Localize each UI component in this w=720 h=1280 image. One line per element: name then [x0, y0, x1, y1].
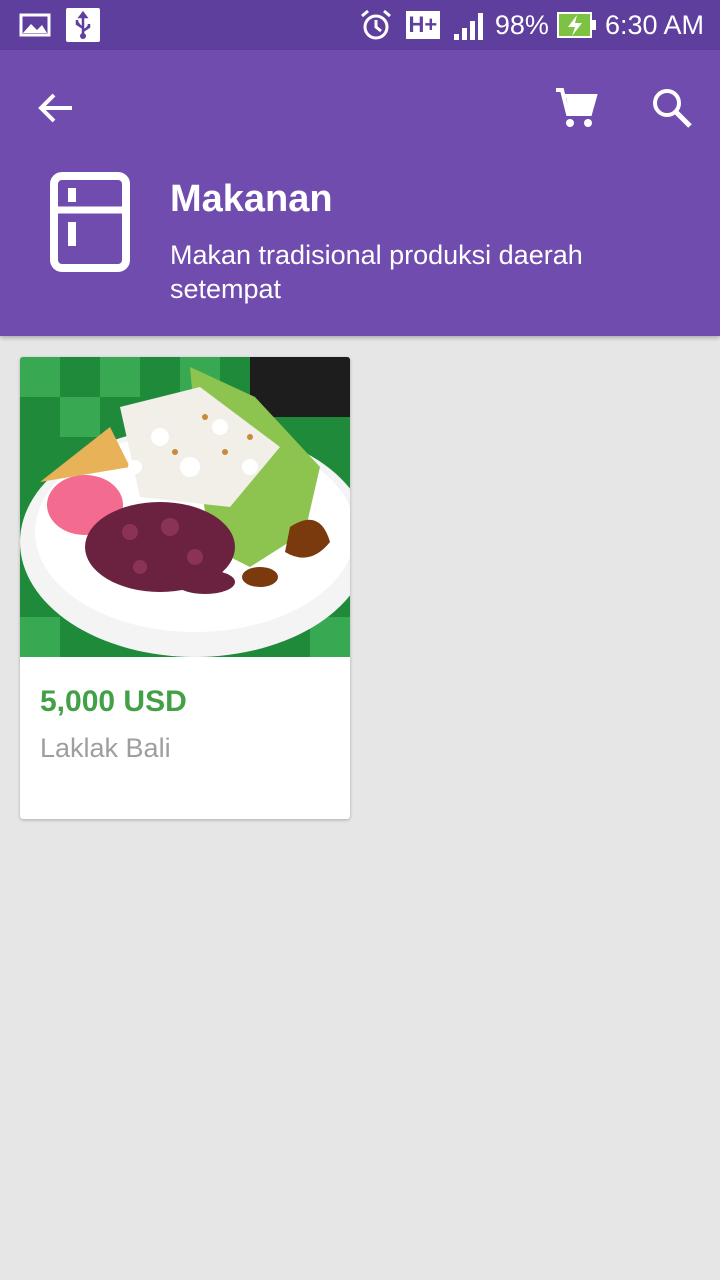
- product-name: Laklak Bali: [40, 733, 171, 763]
- product-price: 5,000 USD: [40, 685, 187, 718]
- clock: 6:30 AM: [604, 10, 704, 40]
- network-type-label: H+: [405, 11, 441, 39]
- arrow-back-icon: [38, 93, 72, 123]
- cart-button[interactable]: [552, 84, 600, 132]
- gallery-notification-icon: [18, 9, 52, 41]
- search-button[interactable]: [648, 84, 696, 132]
- battery-percent: 98%: [494, 10, 549, 40]
- category-header: Makanan Makan tradisional produksi daera…: [0, 50, 720, 336]
- network-type-icon: H+: [401, 9, 445, 41]
- alarm-icon: [359, 9, 393, 41]
- kitchen-icon: [50, 172, 130, 272]
- battery-charging-icon: [556, 9, 597, 41]
- signal-strength-icon: [453, 9, 487, 41]
- product-image: [20, 357, 350, 657]
- back-button[interactable]: [34, 86, 78, 130]
- status-bar: H+ 98% 6:30 AM: [0, 0, 720, 50]
- product-card[interactable]: 5,000 USD Laklak Bali: [20, 357, 350, 819]
- shopping-cart-icon: [556, 88, 598, 127]
- usb-icon: [66, 8, 100, 42]
- category-title: Makanan: [170, 178, 333, 220]
- category-subtitle: Makan tradisional produksi daerah setemp…: [170, 240, 583, 304]
- search-icon: [653, 89, 692, 128]
